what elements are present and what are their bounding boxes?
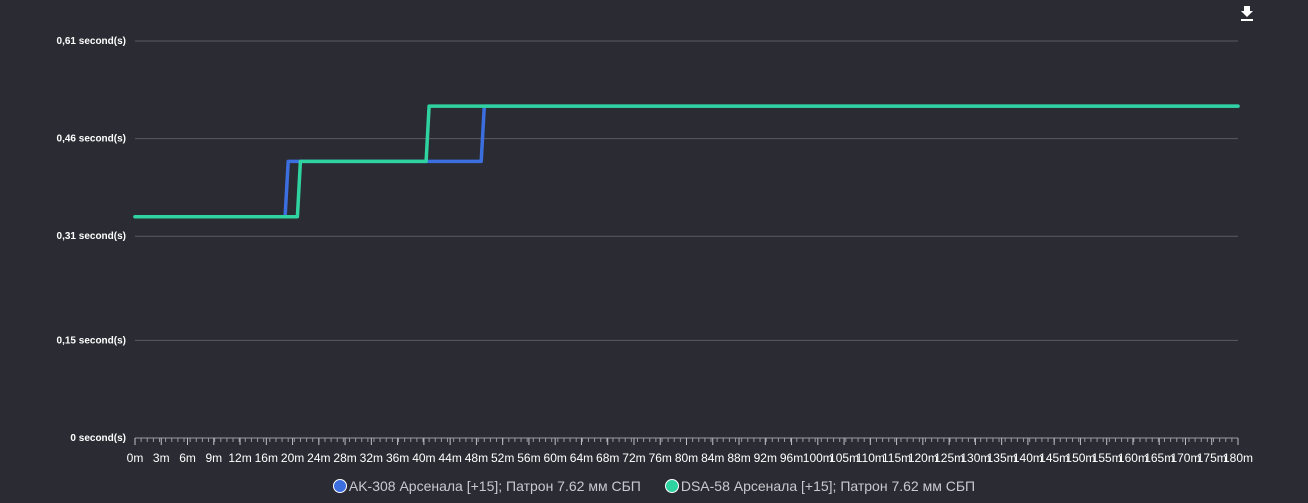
- y-tick-label: 0,46 second(s): [57, 134, 126, 145]
- x-tick-label: 64m: [570, 451, 593, 465]
- y-tick-label: 0,61 second(s): [57, 36, 126, 47]
- y-tick-label: 0,15 second(s): [57, 335, 126, 346]
- x-tick-label: 20m: [281, 451, 304, 465]
- x-tick-label: 36m: [386, 451, 409, 465]
- x-tick-label: 6m: [179, 451, 196, 465]
- series-line-dsa58: [133, 104, 1240, 219]
- line-chart: 0 second(s) 0,15 second(s) 0,31 second(s) 0…: [57, 36, 1254, 465]
- legend-marker-ak308: [332, 479, 347, 493]
- x-tick-label: 68m: [596, 451, 619, 465]
- x-tick-label: 28m: [333, 451, 356, 465]
- x-tick-label: 9m: [205, 451, 222, 465]
- x-tick-label: 76m: [649, 451, 672, 465]
- download-icon: [1241, 6, 1253, 21]
- x-tick-label: 110m: [856, 451, 885, 465]
- x-tick-label: 44m: [438, 451, 461, 465]
- x-tick-label: 16m: [255, 451, 278, 465]
- x-tick-label: 48m: [465, 451, 488, 465]
- legend-label-ak308: AK-308 Арсенала [+15]; Патрон 7.62 мм СБ…: [348, 478, 641, 494]
- x-tick-label: 180m: [1223, 451, 1253, 465]
- chart-legend: AK-308 Арсенала [+15]; Патрон 7.62 мм СБ…: [0, 478, 1308, 494]
- chart-container: 0 second(s) 0,15 second(s) 0,31 second(s) 0…: [0, 0, 1308, 503]
- x-tick-label: 24m: [307, 451, 330, 465]
- legend-item-dsa58[interactable]: DSA-58 Арсенала [+15]; Патрон 7.62 мм СБ…: [664, 478, 976, 494]
- x-tick-label: 80m: [675, 451, 698, 465]
- x-tick-label: 84m: [701, 451, 724, 465]
- legend-item-ak308[interactable]: AK-308 Арсенала [+15]; Патрон 7.62 мм СБ…: [332, 478, 641, 494]
- x-tick-label: 96m: [780, 451, 803, 465]
- x-tick-label: 56m: [517, 451, 540, 465]
- x-tick-label: 72m: [622, 451, 645, 465]
- x-tick-label: 12m: [228, 451, 251, 465]
- x-tick-label: 52m: [491, 451, 514, 465]
- x-tick-label: 3m: [153, 451, 170, 465]
- x-tick-label: 0m: [127, 451, 144, 465]
- legend-marker-dsa58: [664, 479, 679, 493]
- legend-label-dsa58: DSA-58 Арсенала [+15]; Патрон 7.62 мм СБ…: [680, 478, 976, 494]
- x-tick-label: 60m: [544, 451, 567, 465]
- download-button[interactable]: [1238, 3, 1258, 23]
- x-tick-label: 115m: [882, 451, 911, 465]
- x-tick-label: 40m: [412, 451, 435, 465]
- y-tick-label: 0 second(s): [70, 433, 126, 444]
- x-tick-label: 32m: [360, 451, 383, 465]
- y-tick-label: 0,31 second(s): [57, 231, 126, 242]
- x-tick-label: 92m: [754, 451, 777, 465]
- x-tick-label: 105m: [829, 451, 859, 465]
- x-tick-label: 88m: [727, 451, 750, 465]
